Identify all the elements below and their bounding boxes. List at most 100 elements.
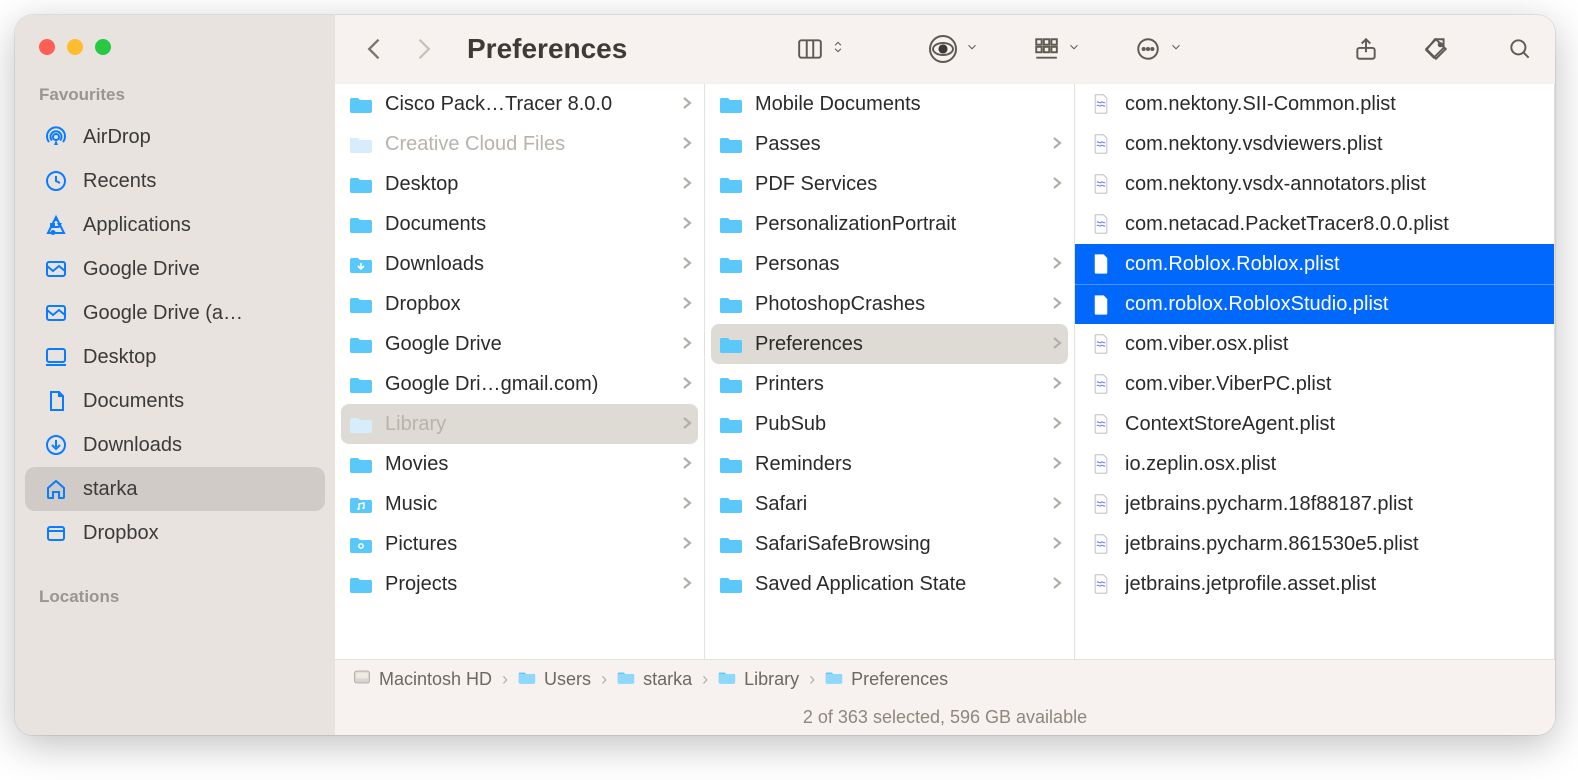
sidebar-item-dropbox[interactable]: Dropbox (25, 511, 325, 555)
column-view: Cisco Pack…Tracer 8.0.0 Creative Cloud Fi… (335, 83, 1555, 659)
folder-row[interactable]: PhotoshopCrashes (705, 284, 1074, 324)
folder-row[interactable]: Music (335, 484, 704, 524)
forward-button[interactable] (405, 31, 441, 67)
folder-row[interactable]: Safari (705, 484, 1074, 524)
sidebar-item-airdrop[interactable]: AirDrop (25, 115, 325, 159)
row-label: Cisco Pack…Tracer 8.0.0 (385, 93, 670, 116)
row-label: Downloads (385, 253, 670, 276)
folder-icon (825, 669, 843, 690)
folder-row[interactable]: Saved Application State (705, 564, 1074, 604)
row-label: Projects (385, 573, 670, 596)
minimize-button[interactable] (67, 39, 83, 55)
path-separator-icon: › (601, 669, 607, 690)
folder-row[interactable]: Desktop (335, 164, 704, 204)
sidebar: FavouritesAirDropRecentsApplicationsGoog… (15, 15, 335, 735)
file-row[interactable]: com.netacad.PacketTracer8.0.0.plist (1075, 204, 1554, 244)
folder-row[interactable]: Pictures (335, 524, 704, 564)
doc-icon (43, 388, 69, 414)
path-segment[interactable]: Library (718, 669, 799, 690)
file-row[interactable]: com.nektony.vsdviewers.plist (1075, 124, 1554, 164)
file-row[interactable]: com.viber.ViberPC.plist (1075, 364, 1554, 404)
sidebar-item-label: Documents (83, 390, 184, 413)
path-bar[interactable]: Macintosh HD›Users›starka›Library›Prefer… (335, 659, 1555, 699)
row-label: Passes (755, 133, 1040, 156)
folder-row[interactable]: Cisco Pack…Tracer 8.0.0 (335, 84, 704, 124)
row-label: com.nektony.vsdviewers.plist (1125, 133, 1542, 156)
path-segment[interactable]: Users (518, 669, 591, 690)
preview-options-button[interactable] (929, 35, 979, 63)
chevron-right-icon (682, 453, 692, 476)
chevron-right-icon (682, 413, 692, 436)
file-row[interactable]: com.nektony.vsdx-annotators.plist (1075, 164, 1554, 204)
folder-row[interactable]: Library (341, 404, 698, 444)
folder-row[interactable]: PersonalizationPortrait (705, 204, 1074, 244)
folder-row[interactable]: Projects (335, 564, 704, 604)
sidebar-item-google-drive-a-[interactable]: Google Drive (a… (25, 291, 325, 335)
path-segment[interactable]: Macintosh HD (353, 669, 492, 690)
folder-row[interactable]: Creative Cloud Files (335, 124, 704, 164)
search-button[interactable] (1507, 36, 1533, 62)
chevron-right-icon (682, 293, 692, 316)
file-row[interactable]: jetbrains.jetprofile.asset.plist (1075, 564, 1554, 604)
folder-row[interactable]: Passes (705, 124, 1074, 164)
chevron-down-icon (965, 40, 979, 59)
file-row[interactable]: jetbrains.pycharm.861530e5.plist (1075, 524, 1554, 564)
folder-row[interactable]: Reminders (705, 444, 1074, 484)
folder-row[interactable]: Printers (705, 364, 1074, 404)
sidebar-item-downloads[interactable]: Downloads (25, 423, 325, 467)
group-by-button[interactable] (1033, 36, 1081, 62)
path-label: starka (643, 669, 692, 690)
main-area: Preferences (335, 15, 1555, 735)
row-label: Music (385, 493, 670, 516)
action-menu-button[interactable] (1135, 36, 1183, 62)
sidebar-item-recents[interactable]: Recents (25, 159, 325, 203)
sidebar-item-applications[interactable]: Applications (25, 203, 325, 247)
folder-icon (349, 494, 373, 514)
folder-row[interactable]: Downloads (335, 244, 704, 284)
folder-row[interactable]: Documents (335, 204, 704, 244)
file-row[interactable]: com.viber.osx.plist (1075, 324, 1554, 364)
gdrive-icon (43, 300, 69, 326)
row-label: Google Drive (385, 333, 670, 356)
folder-row[interactable]: Mobile Documents (705, 84, 1074, 124)
chevron-updown-icon (831, 40, 845, 59)
folder-row[interactable]: Personas (705, 244, 1074, 284)
view-columns-button[interactable] (797, 36, 845, 62)
file-row[interactable]: com.nektony.SII-Common.plist (1075, 84, 1554, 124)
file-row[interactable]: io.zeplin.osx.plist (1075, 444, 1554, 484)
folder-icon (719, 574, 743, 594)
file-row[interactable]: com.Roblox.Roblox.plist (1075, 244, 1554, 284)
sidebar-item-starka[interactable]: starka (25, 467, 325, 511)
folder-row[interactable]: PDF Services (705, 164, 1074, 204)
folder-row[interactable]: PubSub (705, 404, 1074, 444)
column-2[interactable]: Mobile DocumentsPassesPDF ServicesPerson… (705, 84, 1075, 659)
close-button[interactable] (39, 39, 55, 55)
path-segment[interactable]: Preferences (825, 669, 948, 690)
sidebar-item-documents[interactable]: Documents (25, 379, 325, 423)
plist-file-icon (1089, 534, 1113, 554)
file-row[interactable]: jetbrains.pycharm.18f88187.plist (1075, 484, 1554, 524)
share-button[interactable] (1353, 36, 1379, 62)
tags-button[interactable] (1423, 36, 1449, 62)
folder-row[interactable]: Google Dri…gmail.com) (335, 364, 704, 404)
folder-row[interactable]: Movies (335, 444, 704, 484)
folder-row[interactable]: Dropbox (335, 284, 704, 324)
folder-row[interactable]: SafariSafeBrowsing (705, 524, 1074, 564)
folder-row[interactable]: Google Drive (335, 324, 704, 364)
back-button[interactable] (357, 31, 393, 67)
column-3[interactable]: com.nektony.SII-Common.plist com.nektony.… (1075, 84, 1555, 659)
folder-icon (719, 454, 743, 474)
path-segment[interactable]: starka (617, 669, 692, 690)
sidebar-item-label: AirDrop (83, 126, 151, 149)
file-row[interactable]: ContextStoreAgent.plist (1075, 404, 1554, 444)
maximize-button[interactable] (95, 39, 111, 55)
file-row[interactable]: com.roblox.RobloxStudio.plist (1075, 284, 1554, 324)
folder-icon (349, 574, 373, 594)
folder-icon (719, 254, 743, 274)
folder-row[interactable]: Preferences (711, 324, 1068, 364)
sidebar-item-google-drive[interactable]: Google Drive (25, 247, 325, 291)
chevron-down-icon (1067, 40, 1081, 59)
chevron-right-icon (682, 333, 692, 356)
sidebar-item-desktop[interactable]: Desktop (25, 335, 325, 379)
column-1[interactable]: Cisco Pack…Tracer 8.0.0 Creative Cloud Fi… (335, 84, 705, 659)
